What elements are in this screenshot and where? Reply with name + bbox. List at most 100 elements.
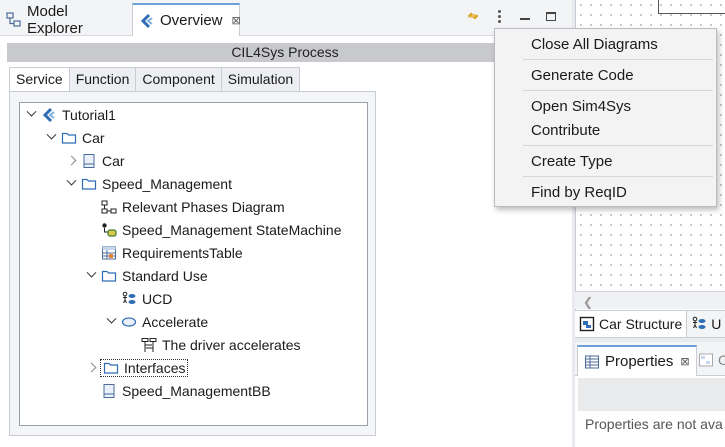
process-title: CIL4Sys Process [7, 43, 563, 62]
tree-item-label: Speed_Management StateMachine [122, 221, 342, 238]
properties-tabbar: Properties ⊠ C [575, 342, 725, 376]
structure-diagram-icon [579, 316, 595, 332]
minimize-icon[interactable] [518, 9, 532, 23]
tab-model-explorer[interactable]: Model Explorer [0, 2, 132, 37]
block-icon [101, 383, 117, 399]
use-case-diagram-icon [121, 291, 137, 307]
tree-item-relevant-phases-diagram[interactable]: Relevant Phases Diagram [101, 195, 285, 218]
table-icon [101, 245, 117, 261]
properties-header-box [578, 378, 725, 411]
folder-icon [61, 130, 77, 146]
properties-message: Properties are not ava [585, 416, 723, 432]
selected-tree-item[interactable]: Interfaces [99, 358, 189, 377]
tree-item-driver-accelerates[interactable]: The driver accelerates [141, 333, 301, 356]
overview-content: CIL4Sys Process Service Function Compone… [0, 36, 572, 447]
menu-item-create-type[interactable]: Create Type [531, 153, 612, 170]
menu-item-find-by-reqid[interactable]: Find by ReqID [531, 184, 627, 201]
maximize-icon[interactable] [544, 9, 558, 23]
menu-item-contribute[interactable]: Contribute [531, 122, 600, 139]
model-explorer-icon [6, 11, 22, 28]
tree-item-car-package[interactable]: Car [46, 126, 105, 149]
tree-item-interfaces[interactable]: Interfaces [86, 356, 189, 379]
link-icon[interactable] [466, 9, 480, 23]
tree-item-label: Standard Use [122, 267, 208, 284]
phases-diagram-icon [101, 199, 117, 215]
tab-overview[interactable]: Overview ⊠ [132, 3, 241, 36]
interaction-icon [141, 337, 157, 353]
menu-separator [523, 176, 713, 177]
diagram-tabs: Car Structure U [575, 310, 725, 338]
menu-separator [523, 59, 713, 60]
tab-label: Overview [160, 12, 223, 29]
menu-item-open-sim4sys[interactable]: Open Sim4Sys [531, 98, 631, 115]
chevron-down-icon[interactable] [106, 317, 116, 327]
use-case-icon [121, 314, 137, 330]
tree-item-label: Tutorial1 [62, 106, 116, 123]
menu-separator [523, 145, 713, 146]
tree-item-label: Car [102, 152, 125, 169]
tree-item-accelerate[interactable]: Accelerate [106, 310, 208, 333]
overview-icon [139, 13, 155, 29]
tree-item-label: The driver accelerates [162, 336, 301, 353]
tab-label: Model Explorer [27, 2, 83, 37]
tree-item-label: Speed_Management [102, 175, 232, 192]
state-machine-icon [101, 222, 117, 238]
menu-item-generate-code[interactable]: Generate Code [531, 67, 634, 84]
view-context-menu: Close All Diagrams Generate Code Open Si… [494, 28, 717, 207]
block-icon [81, 153, 97, 169]
tab-function[interactable]: Function [69, 67, 137, 92]
close-icon[interactable]: ⊠ [232, 14, 241, 27]
console-icon [698, 352, 714, 368]
view-menu-icon[interactable] [492, 9, 506, 23]
tree-item-car-block[interactable]: Car [66, 149, 125, 172]
tree-item-tutorial1[interactable]: Tutorial1 [26, 103, 116, 126]
tab-use-case[interactable]: U [687, 311, 725, 337]
scroll-left-icon[interactable]: ❮ [583, 295, 593, 309]
tab-label: Properties [605, 353, 674, 370]
chevron-down-icon[interactable] [26, 110, 36, 120]
tab-component[interactable]: Component [136, 67, 222, 92]
tree-item-label: RequirementsTable [122, 244, 243, 261]
view-toolbar [466, 9, 558, 23]
properties-content: Properties are not ava [575, 376, 725, 447]
chevron-down-icon[interactable] [46, 133, 56, 143]
chevron-down-icon[interactable] [86, 271, 96, 281]
tab-label: Car Structure [599, 316, 683, 332]
model-tree[interactable]: Tutorial1 Car Car Speed_Management Relev… [19, 102, 368, 426]
tab-label: C [718, 352, 725, 368]
tree-item-label: Speed_ManagementBB [122, 382, 271, 399]
diagram-shape[interactable] [658, 0, 725, 14]
tab-console[interactable]: C [698, 352, 725, 368]
chevron-right-icon[interactable] [86, 363, 96, 373]
horizontal-scrollbar[interactable]: ❮ [575, 291, 725, 309]
tree-item-speed-management-bb[interactable]: Speed_ManagementBB [101, 379, 271, 402]
folder-icon [81, 176, 97, 192]
model-icon [41, 107, 57, 123]
tab-properties[interactable]: Properties ⊠ [577, 345, 697, 376]
tab-label: U [711, 316, 722, 332]
tree-item-ucd[interactable]: UCD [121, 287, 172, 310]
use-case-diagram-icon [691, 316, 707, 332]
tree-item-label: UCD [142, 290, 173, 307]
tab-car-structure[interactable]: Car Structure [575, 311, 688, 337]
chevron-down-icon[interactable] [66, 179, 76, 189]
process-subtabs: Service Function Component Simulation [9, 67, 301, 92]
folder-icon [103, 360, 119, 376]
tab-simulation[interactable]: Simulation [221, 67, 301, 92]
tree-item-label: Accelerate [142, 313, 209, 330]
tab-service[interactable]: Service [9, 67, 70, 92]
close-icon[interactable]: ⊠ [680, 355, 689, 368]
chevron-right-icon[interactable] [66, 156, 76, 166]
tree-item-requirements-table[interactable]: RequirementsTable [101, 241, 243, 264]
properties-icon [584, 354, 600, 370]
tree-item-label: Interfaces [124, 359, 186, 376]
tree-item-speed-management[interactable]: Speed_Management [66, 172, 232, 195]
tree-item-standard-use[interactable]: Standard Use [86, 264, 208, 287]
folder-icon [101, 268, 117, 284]
overview-view: Model Explorer Overview ⊠ CIL4Sys Proces… [0, 0, 572, 447]
tree-item-state-machine[interactable]: Speed_Management StateMachine [101, 218, 341, 241]
service-panel: Tutorial1 Car Car Speed_Management Relev… [9, 91, 376, 436]
menu-separator [523, 90, 713, 91]
tree-item-label: Relevant Phases Diagram [122, 198, 285, 215]
menu-item-close-all-diagrams[interactable]: Close All Diagrams [531, 36, 658, 53]
